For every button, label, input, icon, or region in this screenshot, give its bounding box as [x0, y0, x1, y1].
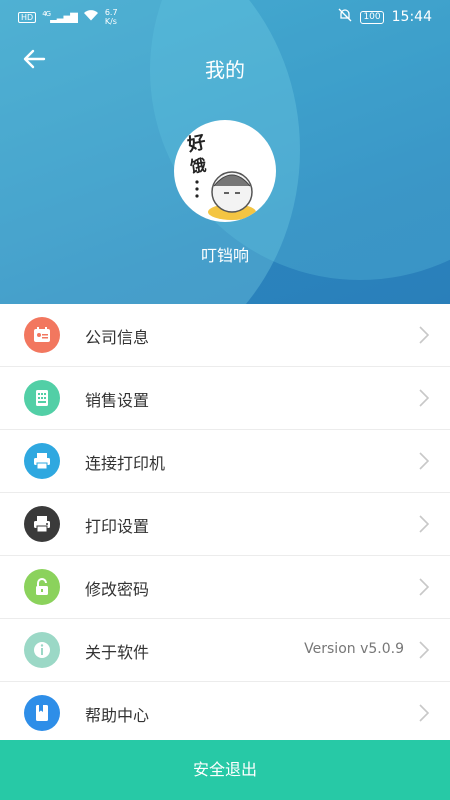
chevron-right-icon [419, 452, 430, 470]
username: 叮铛响 [200, 246, 249, 265]
menu-item-change-password[interactable]: 修改密码 [0, 556, 450, 619]
info-icon [24, 632, 60, 668]
help-book-icon [24, 695, 60, 731]
svg-text:饿: 饿 [188, 155, 207, 176]
menu-item-label: 打印设置 [85, 517, 150, 536]
chevron-right-icon [419, 578, 430, 596]
menu-item-about-software[interactable]: 关于软件 Version v5.0.9 [0, 619, 450, 682]
battery-indicator: 100 [360, 10, 384, 24]
signal-icon: 4G▂▃▅▇ [42, 10, 78, 24]
status-bar: HD 4G▂▃▅▇ 6.7 K/s 100 15:44 [0, 0, 450, 34]
print-settings-icon [24, 506, 60, 542]
menu-item-sales-settings[interactable]: 销售设置 [0, 367, 450, 430]
chevron-right-icon [419, 704, 430, 722]
unlock-icon [24, 569, 60, 605]
page-title: 我的 [205, 58, 245, 82]
menu-item-label: 帮助中心 [85, 706, 150, 725]
wifi-icon [83, 9, 99, 25]
mute-icon [338, 8, 352, 26]
hd-indicator: HD [18, 11, 37, 23]
menu-item-print-settings[interactable]: 打印设置 [0, 493, 450, 556]
menu-item-label: 连接打印机 [85, 454, 166, 473]
menu-item-label: 销售设置 [85, 391, 150, 410]
menu-item-label: 关于软件 [85, 643, 150, 662]
logout-button[interactable]: 安全退出 [0, 740, 450, 800]
chevron-right-icon [419, 326, 430, 344]
menu-item-connect-printer[interactable]: 连接打印机 [0, 430, 450, 493]
settings-menu: 公司信息 销售设置 连接打印机 打印设置 修改密码 关于软件 Version v… [0, 304, 450, 744]
network-speed: 6.7 K/s [104, 8, 118, 26]
clock: 15:44 [391, 9, 432, 25]
chevron-right-icon [419, 641, 430, 659]
chevron-right-icon [419, 515, 430, 533]
chevron-right-icon [419, 389, 430, 407]
avatar[interactable]: 好 饿 [174, 120, 276, 222]
svg-text:好: 好 [185, 131, 208, 156]
sales-settings-icon [24, 380, 60, 416]
menu-item-label: 修改密码 [85, 580, 150, 599]
printer-icon [24, 443, 60, 479]
network-type: 4G [42, 10, 51, 19]
version-text: Version v5.0.9 [304, 641, 404, 657]
menu-item-help-center[interactable]: 帮助中心 [0, 682, 450, 744]
menu-item-company-info[interactable]: 公司信息 [0, 304, 450, 367]
id-card-icon [24, 317, 60, 353]
avatar-illustration: 好 饿 [185, 131, 256, 220]
profile-header: HD 4G▂▃▅▇ 6.7 K/s 100 15:44 我的 好 饿 叮铛响 [0, 0, 450, 304]
menu-item-label: 公司信息 [85, 328, 150, 347]
